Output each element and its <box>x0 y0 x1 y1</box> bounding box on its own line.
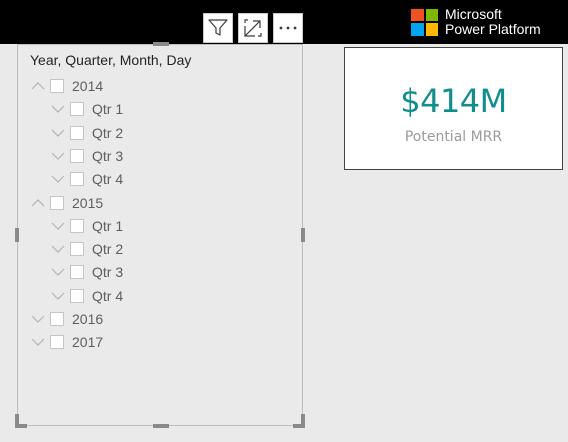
slicer-checkbox[interactable] <box>70 172 84 187</box>
chevron-down-icon[interactable] <box>50 127 66 139</box>
kpi-value: $414M <box>400 82 507 120</box>
slicer-checkbox[interactable] <box>70 288 84 303</box>
slicer-quarter-item[interactable]: Qtr 1 <box>50 216 123 236</box>
microsoft-logo-icon <box>411 8 438 36</box>
slicer-item-label: Qtr 3 <box>92 264 124 281</box>
slicer-item-label: 2016 <box>72 311 104 327</box>
chevron-down-icon[interactable] <box>50 243 66 255</box>
slicer-quarter-item[interactable]: Qtr 3 <box>50 262 123 282</box>
slicer-item-label: 2015 <box>72 194 104 211</box>
slicer-checkbox[interactable] <box>50 195 64 210</box>
slicer-item-label: Qtr 4 <box>92 171 124 188</box>
brand: Microsoft Power Platform <box>411 6 541 38</box>
slicer-checkbox[interactable] <box>70 265 84 280</box>
slicer-item-label: Qtr 4 <box>92 287 124 304</box>
resize-handle-left[interactable] <box>15 228 19 242</box>
slicer-year-item[interactable]: 2014 <box>30 76 103 96</box>
resize-handle-top[interactable] <box>153 42 169 46</box>
slicer-year-item[interactable]: 2016 <box>30 309 103 329</box>
chevron-down-icon[interactable] <box>50 290 66 302</box>
resize-handle-bottom-left[interactable] <box>15 414 19 428</box>
chevron-down-icon[interactable] <box>50 173 66 185</box>
slicer-item-label: Qtr 3 <box>92 147 124 164</box>
slicer-year-item[interactable]: 2017 <box>30 332 103 352</box>
chevron-down-icon[interactable] <box>50 103 66 115</box>
slicer-item-label: Qtr 1 <box>92 101 124 118</box>
slicer-checkbox[interactable] <box>70 242 84 257</box>
slicer-item-label: Qtr 2 <box>92 241 124 258</box>
slicer-item-label: Qtr 2 <box>92 124 124 141</box>
slicer-title: Year, Quarter, Month, Day <box>30 52 192 68</box>
slicer-item-label: Qtr 1 <box>92 217 124 234</box>
brand-text: Microsoft Power Platform <box>445 7 541 37</box>
resize-handle-bottom[interactable] <box>153 424 169 428</box>
chevron-up-icon[interactable] <box>30 197 46 209</box>
more-options-icon <box>279 26 297 30</box>
chevron-down-icon[interactable] <box>50 150 66 162</box>
filter-button[interactable] <box>203 13 233 43</box>
chevron-down-icon[interactable] <box>50 266 66 278</box>
resize-handle-bottom-right[interactable] <box>301 414 305 428</box>
brand-line-1: Microsoft <box>445 6 502 22</box>
slicer-checkbox[interactable] <box>50 79 64 93</box>
focus-mode-icon <box>244 19 262 37</box>
kpi-card[interactable]: $414M Potential MRR <box>344 47 563 170</box>
chevron-down-icon[interactable] <box>30 336 46 348</box>
slicer-item-label: 2014 <box>72 78 104 94</box>
chevron-up-icon[interactable] <box>30 80 46 92</box>
brand-line-2: Power Platform <box>445 21 541 37</box>
focus-mode-button[interactable] <box>238 13 268 43</box>
filter-icon <box>208 19 228 36</box>
kpi-label: Potential MRR <box>404 129 503 145</box>
slicer-quarter-item[interactable]: Qtr 4 <box>50 286 123 306</box>
slicer-quarter-item[interactable]: Qtr 2 <box>50 123 123 143</box>
more-options-button[interactable] <box>273 13 303 43</box>
slicer-quarter-item[interactable]: Qtr 2 <box>50 239 123 259</box>
slicer-checkbox[interactable] <box>70 148 84 163</box>
slicer-quarter-item[interactable]: Qtr 1 <box>50 99 123 119</box>
slicer-checkbox[interactable] <box>70 102 84 117</box>
slicer-item-label: 2017 <box>72 334 104 351</box>
slicer-checkbox[interactable] <box>50 312 64 326</box>
slicer-quarter-item[interactable]: Qtr 3 <box>50 146 123 166</box>
slicer-checkbox[interactable] <box>70 125 84 140</box>
slicer-checkbox[interactable] <box>50 335 64 350</box>
slicer-checkbox[interactable] <box>70 218 84 233</box>
slicer-quarter-item[interactable]: Qtr 4 <box>50 169 123 189</box>
chevron-down-icon[interactable] <box>30 313 46 325</box>
slicer-year-item[interactable]: 2015 <box>30 193 103 213</box>
chevron-down-icon[interactable] <box>50 220 66 232</box>
resize-handle-right[interactable] <box>301 228 305 242</box>
